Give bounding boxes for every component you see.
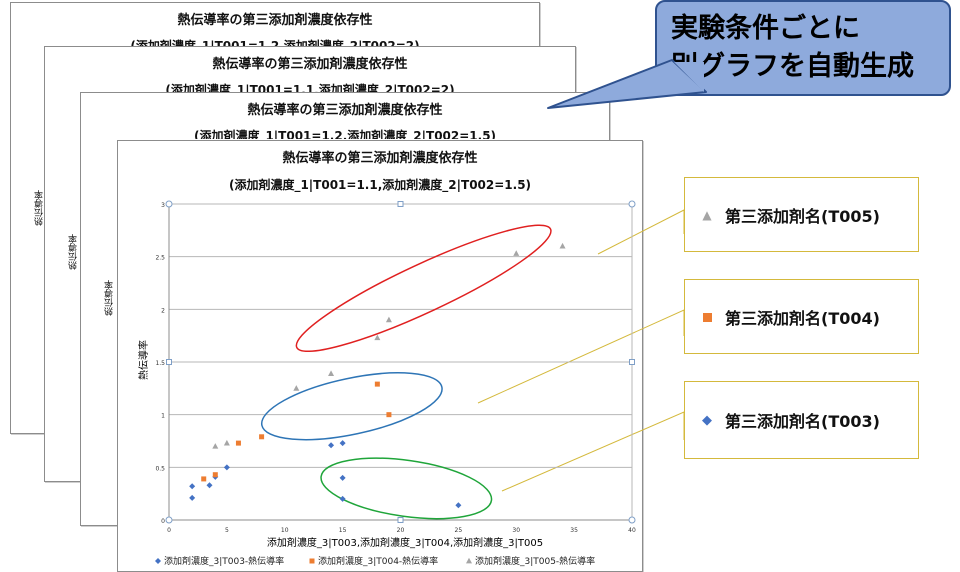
resize-handle xyxy=(166,359,172,365)
resize-handle xyxy=(165,200,173,208)
point-series-2-3 xyxy=(328,370,335,376)
y-tick-label: 2.5 xyxy=(155,255,165,262)
x-tick-label: 25 xyxy=(455,527,463,534)
y-tick-label: 2 xyxy=(161,307,165,314)
point-series-2-5 xyxy=(385,316,392,323)
point-series-2-7 xyxy=(559,242,566,249)
y-tick-label: 3 xyxy=(161,202,165,209)
front-y-axis-label: 熱伝導率 xyxy=(137,340,150,380)
pointer-line-t005 xyxy=(597,209,685,255)
legend-marker-2 xyxy=(466,557,472,564)
resize-handle xyxy=(397,201,404,207)
point-series-2-4 xyxy=(374,334,381,341)
y-tick-label: 0 xyxy=(161,518,165,525)
point-series-0-2 xyxy=(206,482,213,489)
front-x-axis-label: 添加剤濃度_3|T003,添加剤濃度_3|T004,添加剤濃度_3|T005 xyxy=(267,536,543,549)
legend-label-1: 添加剤濃度_3|T004-熱伝導率 xyxy=(318,555,438,567)
point-series-2-1 xyxy=(223,439,230,446)
x-tick-label: 30 xyxy=(512,527,520,534)
x-tick-label: 20 xyxy=(397,527,405,534)
point-series-0-0 xyxy=(189,494,196,501)
resize-handle xyxy=(629,359,635,365)
ellipse-t005 xyxy=(295,224,552,353)
y-tick-label: 1.5 xyxy=(155,360,165,367)
point-series-2-2 xyxy=(293,385,300,391)
point-series-2-6 xyxy=(513,250,520,256)
scatter-chart: 00.511.522.530 5 10 15 20 25 30 35 40 熱伝導率 添加剤濃度… xyxy=(137,59,707,567)
resize-handle xyxy=(628,516,636,524)
point-series-0-1 xyxy=(189,483,196,490)
legend-label-2: 添加剤濃度_3|T005-熱伝導率 xyxy=(475,555,595,567)
x-tick-label: 5 xyxy=(225,527,229,534)
legend-label-0: 添加剤濃度_3|T003-熱伝導率 xyxy=(164,555,284,567)
point-series-1-3 xyxy=(259,434,265,440)
point-series-0-6 xyxy=(339,440,346,447)
pointer-line-t003 xyxy=(501,411,685,492)
ellipse-t003 xyxy=(320,457,493,520)
x-tick-label: 0 xyxy=(167,527,171,534)
point-series-1-1 xyxy=(212,472,218,478)
resize-handle xyxy=(397,517,404,523)
point-series-0-5 xyxy=(328,442,335,449)
legend-marker-0 xyxy=(155,558,161,564)
x-tick-label: 10 xyxy=(281,527,289,534)
resize-handle xyxy=(165,516,173,524)
plot-area: 00.511.522.530 5 10 15 20 25 30 35 40 xyxy=(155,200,636,534)
x-tick-label: 35 xyxy=(570,527,578,534)
resize-handle xyxy=(628,200,636,208)
point-series-1-0 xyxy=(201,476,207,482)
x-tick-label: 40 xyxy=(628,527,636,534)
pointer-line-t004 xyxy=(477,309,685,404)
point-series-1-2 xyxy=(235,440,241,446)
point-series-0-7 xyxy=(339,474,346,481)
ellipse-t004 xyxy=(260,372,443,441)
point-series-1-4 xyxy=(374,381,380,387)
y-tick-label: 1 xyxy=(161,413,165,420)
point-series-2-0 xyxy=(212,443,219,449)
point-series-0-4 xyxy=(223,464,230,471)
point-series-1-5 xyxy=(386,412,392,418)
x-tick-label: 15 xyxy=(339,527,347,534)
front-legend: 添加剤濃度_3|T003-熱伝導率 添加剤濃度_3|T004-熱伝導率 添加剤濃度_… xyxy=(155,555,595,567)
point-series-0-9 xyxy=(455,502,462,509)
y-tick-label: 0.5 xyxy=(155,465,165,472)
legend-marker-1 xyxy=(309,558,315,564)
